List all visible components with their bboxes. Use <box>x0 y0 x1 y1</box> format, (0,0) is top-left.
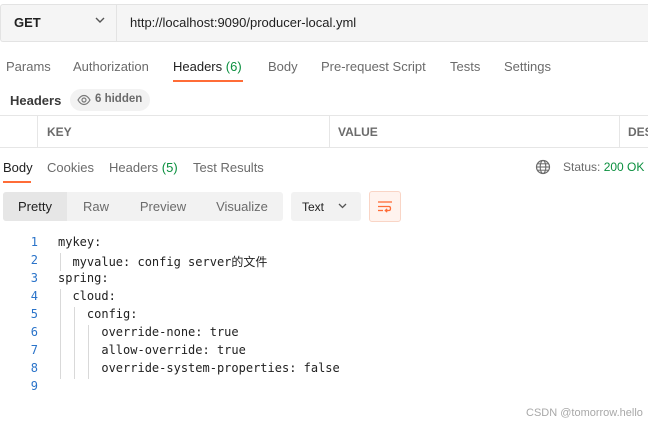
view-raw-button[interactable]: Raw <box>67 192 125 221</box>
line-number: 5 <box>30 307 38 321</box>
code-line: config: <box>58 307 138 321</box>
status-value: 200 OK <box>603 160 645 174</box>
globe-icon[interactable] <box>535 159 551 175</box>
response-tab-headers[interactable]: Headers (5) <box>109 160 178 175</box>
line-number: 4 <box>30 289 38 303</box>
column-divider[interactable] <box>329 116 330 147</box>
view-preview-button[interactable]: Preview <box>128 192 198 221</box>
line-number: 1 <box>30 235 38 249</box>
tab-tests[interactable]: Tests <box>450 59 480 74</box>
active-tab-indicator <box>173 80 243 82</box>
line-number: 6 <box>30 325 38 339</box>
line-number: 7 <box>30 343 38 357</box>
response-tab-headers-label: Headers <box>109 160 159 175</box>
response-tab-body[interactable]: Body <box>3 160 33 175</box>
response-tab-headers-count: (5) <box>161 160 178 175</box>
response-tab-cookies[interactable]: Cookies <box>47 160 94 175</box>
headers-title: Headers <box>10 93 62 108</box>
line-number: 2 <box>30 253 38 267</box>
url-text: http://localhost:9090/producer-local.yml <box>130 15 357 30</box>
tab-authorization[interactable]: Authorization <box>73 59 149 74</box>
chevron-down-icon <box>338 203 347 209</box>
view-pretty-button[interactable]: Pretty <box>3 192 67 221</box>
active-response-tab-indicator <box>3 181 31 183</box>
column-value: VALUE <box>338 125 378 139</box>
response-tab-test-results[interactable]: Test Results <box>193 160 264 175</box>
tab-settings[interactable]: Settings <box>504 59 551 74</box>
code-line: cloud: <box>58 289 116 303</box>
column-divider[interactable] <box>619 116 620 147</box>
column-divider <box>37 116 38 147</box>
code-line: override-none: true <box>58 325 239 339</box>
method-label: GET <box>14 15 41 30</box>
code-line: mykey: <box>58 235 102 249</box>
hidden-count-label: 6 hidden <box>95 93 143 105</box>
headers-table-header <box>0 115 648 148</box>
eye-icon <box>77 94 91 106</box>
view-visualize-button[interactable]: Visualize <box>203 192 281 221</box>
tab-headers-label: Headers <box>173 59 223 74</box>
status-indicator: Status: 200 OK <box>563 160 644 174</box>
code-line: allow-override: true <box>58 343 246 357</box>
line-number: 9 <box>30 379 38 393</box>
chevron-down-icon[interactable] <box>94 15 106 25</box>
tab-headers-count: (6) <box>225 59 242 74</box>
status-label: Status: <box>563 160 601 174</box>
watermark: CSDN @tomorrow.hello <box>526 407 643 419</box>
line-number: 3 <box>30 271 38 285</box>
tab-headers[interactable]: Headers (6) <box>173 59 242 74</box>
column-description: DES <box>628 125 648 139</box>
code-line: override-system-properties: false <box>58 361 340 375</box>
line-number: 8 <box>30 361 38 375</box>
tab-body[interactable]: Body <box>268 59 298 74</box>
tab-pre-request-script[interactable]: Pre-request Script <box>321 59 426 74</box>
code-line: spring: <box>58 271 109 285</box>
wrap-lines-icon <box>378 201 392 213</box>
format-label: Text <box>302 200 325 214</box>
code-line: myvalue: config server的文件 <box>58 255 268 269</box>
column-key: KEY <box>47 125 72 139</box>
tab-params[interactable]: Params <box>6 59 51 74</box>
